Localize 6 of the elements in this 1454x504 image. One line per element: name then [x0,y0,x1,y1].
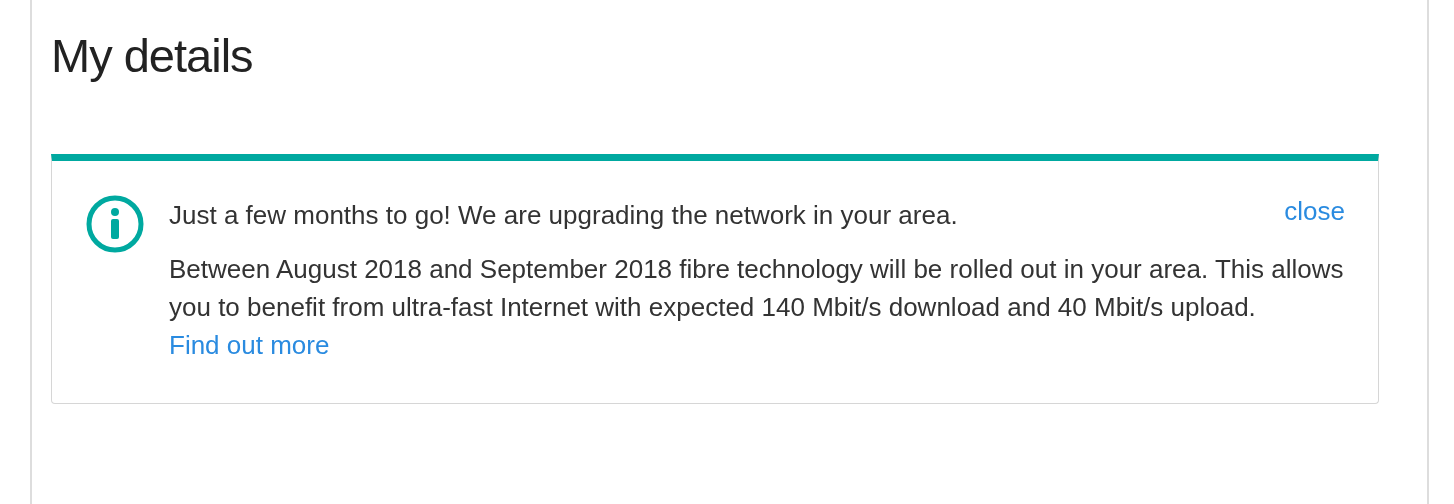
find-out-more-link[interactable]: Find out more [169,330,330,361]
notice-headline: Just a few months to go! We are upgrading the network in your area. [169,199,958,233]
page-title: My details [51,28,254,84]
close-link[interactable]: close [1284,196,1345,227]
info-icon [85,194,145,255]
notice-body: Between August 2018 and September 2018 fibre technology will be rolled out in your area. This allows you to benefit from ultra-fast Internet with expected 140 Mbit/s download and 40 Mbit/s upload. [169,253,1345,325]
